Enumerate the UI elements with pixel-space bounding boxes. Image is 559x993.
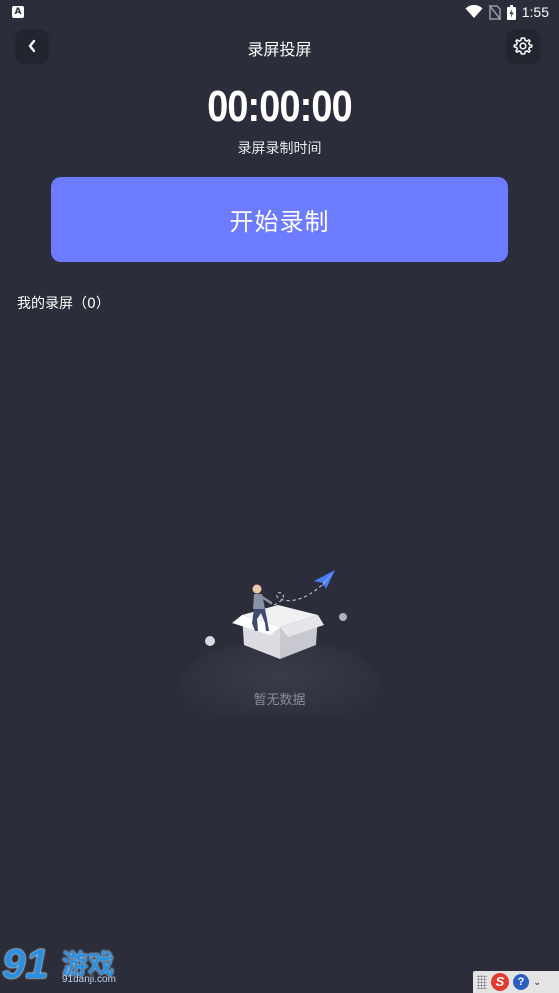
site-watermark: 91 游戏 91danji.com [2,940,142,990]
chevron-down-icon[interactable]: ⌄ [533,977,541,988]
my-recordings-label: 我的录屏（0） [17,296,110,312]
page-title: 录屏投屏 [247,40,312,59]
ime-toolbar: S ? ⌄ [473,971,559,993]
app-notification-icon: A [12,6,24,18]
app-header: 录屏投屏 [0,28,559,66]
watermark-logo-number: 91 [2,940,49,987]
settings-button[interactable] [507,30,539,62]
wifi-icon [465,5,483,18]
drag-handle-icon[interactable] [477,975,487,989]
empty-state-text: 暂无数据 [253,693,306,708]
no-sim-icon [488,4,501,20]
gear-icon [513,37,533,55]
ime-logo-icon[interactable]: S [491,973,509,991]
status-indicators: 1:55 [465,3,549,21]
timer-label: 录屏录制时间 [237,141,322,157]
start-recording-button[interactable]: 开始录制 [51,177,508,262]
status-time: 1:55 [521,4,549,20]
recording-timer: 00:00:00 [207,82,352,131]
watermark-url: 91danji.com [62,974,116,985]
help-icon[interactable]: ? [513,974,529,990]
battery-icon [506,4,516,20]
status-bar: A 1:55 [0,0,559,24]
